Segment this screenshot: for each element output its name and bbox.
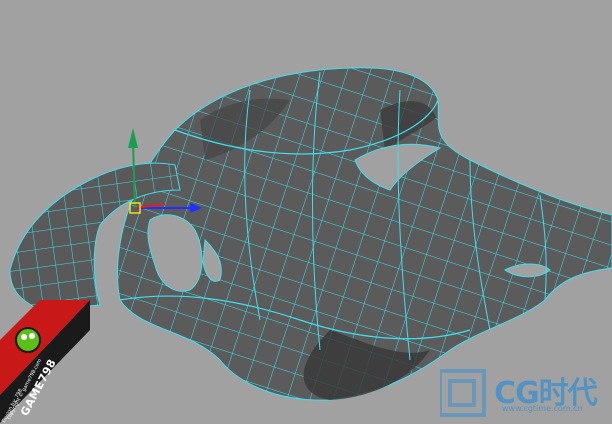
3d-viewport[interactable]: GAME798 copyright © game798.com Design b…: [0, 0, 612, 424]
gizmo-y-arrow: [128, 128, 138, 148]
watermark-url: www.cgtime.com.cn: [502, 404, 583, 413]
polygon-mesh-model[interactable]: [0, 0, 612, 423]
